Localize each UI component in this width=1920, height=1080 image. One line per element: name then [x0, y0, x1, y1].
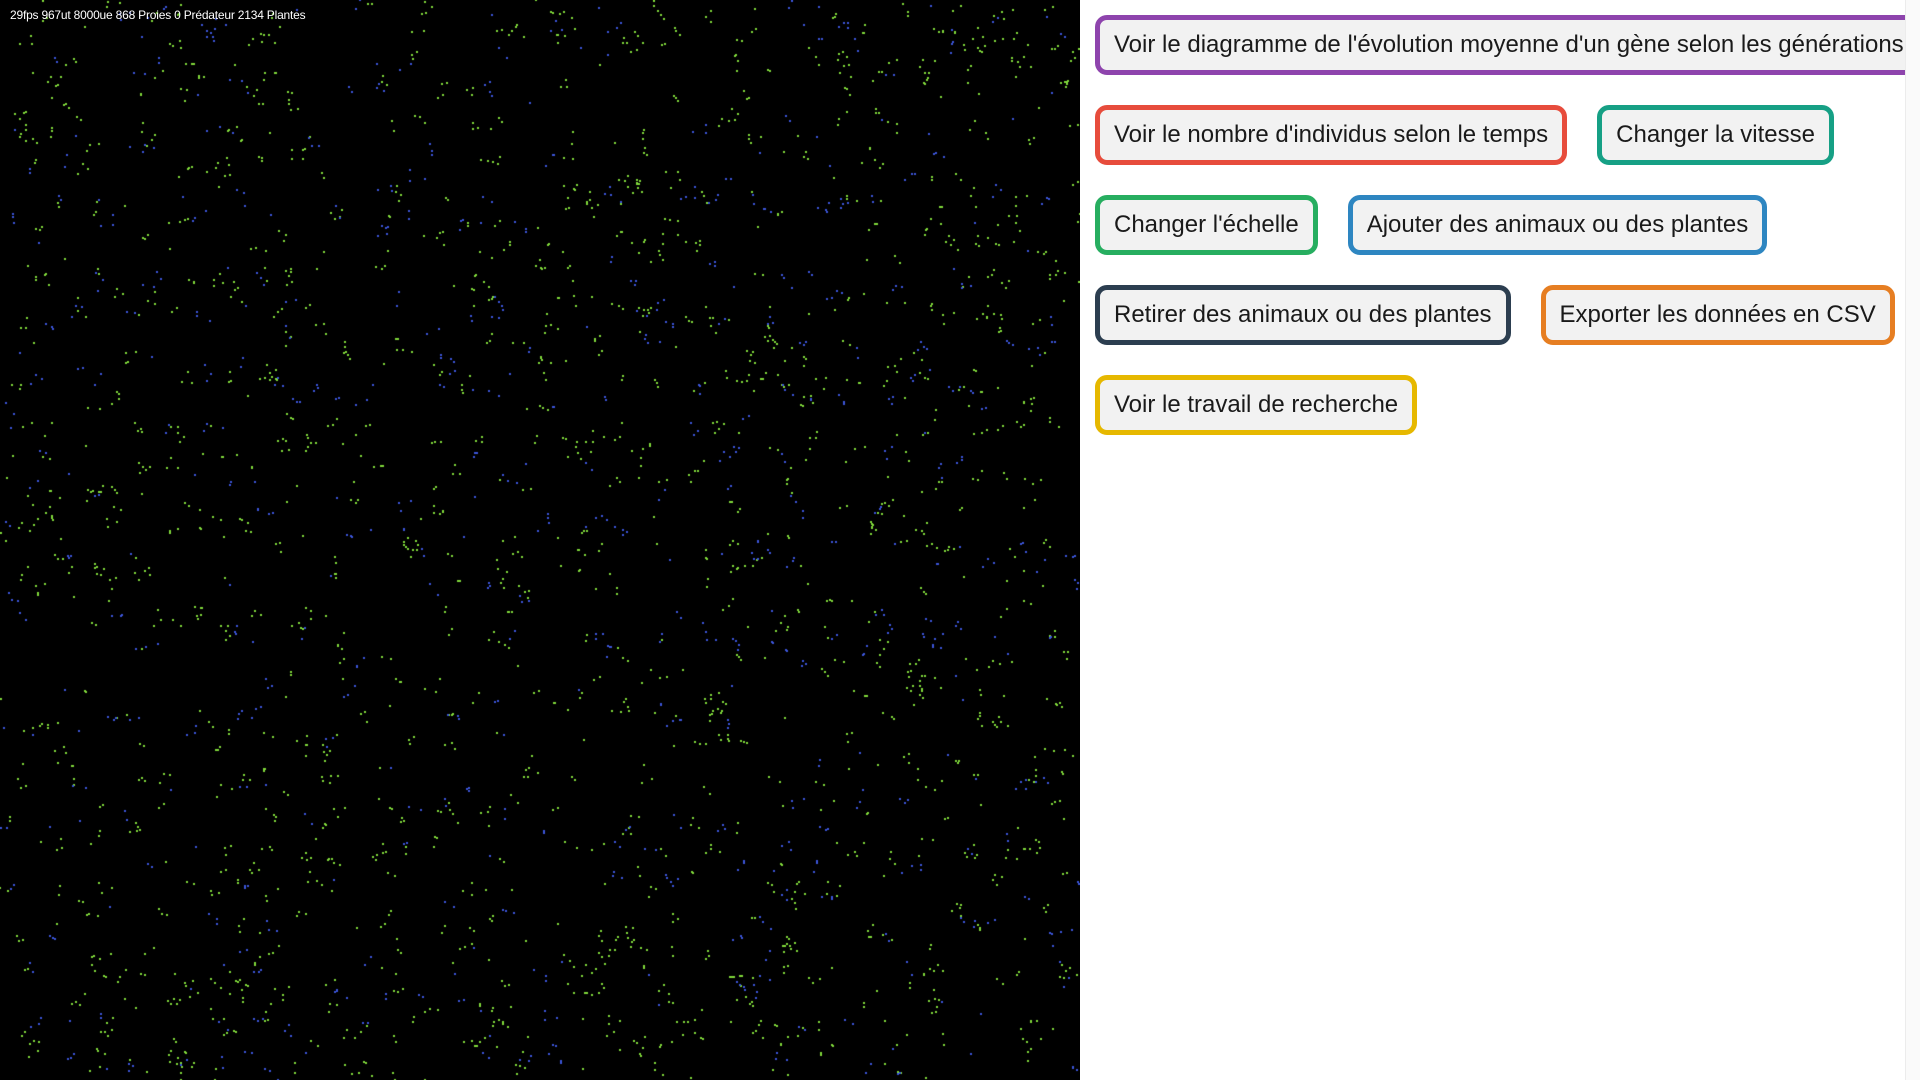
simulation-canvas[interactable] [0, 0, 1080, 1080]
remove-entities-button[interactable]: Retirer des animaux ou des plantes [1095, 285, 1511, 345]
change-speed-button[interactable]: Changer la vitesse [1597, 105, 1834, 165]
simulation-stats-overlay: 29fps 967ut 8000ue 868 Proies 0 Prédateu… [10, 8, 306, 22]
population-over-time-button[interactable]: Voir le nombre d'individus selon le temp… [1095, 105, 1568, 165]
change-scale-button[interactable]: Changer l'échelle [1095, 195, 1318, 255]
control-panel: Voir le diagramme de l'évolution moyenne… [1080, 0, 1920, 1080]
add-entities-button[interactable]: Ajouter des animaux ou des plantes [1347, 195, 1768, 255]
gene-evolution-diagram-button[interactable]: Voir le diagramme de l'évolution moyenne… [1095, 15, 1920, 75]
research-work-button[interactable]: Voir le travail de recherche [1095, 375, 1418, 435]
page-scrollbar[interactable] [1905, 0, 1920, 1080]
button-group: Voir le diagramme de l'évolution moyenne… [1095, 15, 1920, 435]
export-csv-button[interactable]: Exporter les données en CSV [1540, 285, 1895, 345]
simulation-canvas-area[interactable]: 29fps 967ut 8000ue 868 Proies 0 Prédateu… [0, 0, 1080, 1080]
